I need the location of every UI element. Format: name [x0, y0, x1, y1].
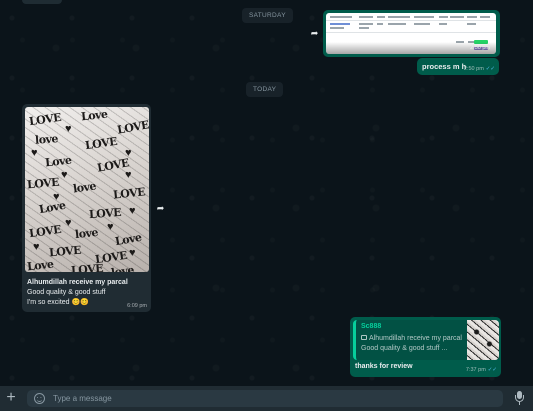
photo-word: LOVE [112, 185, 146, 202]
photo-word: LOVE [28, 222, 62, 241]
photo-word: Love [44, 153, 73, 170]
plus-icon[interactable]: + [4, 389, 18, 407]
photo-word: Love [80, 107, 109, 124]
quoted-image-thumbnail [467, 320, 499, 360]
message-meta: 7:37 pm ✓✓ [466, 367, 497, 373]
quoted-text-line-2: Good quality & good stuff ... [361, 345, 448, 352]
message-input[interactable] [53, 390, 483, 407]
photo-word: LOVE [48, 243, 82, 260]
heart-icon: ♥ [59, 271, 66, 272]
chat-background: SATURDAY ➦ 2:50 pm process m h 2:50 pm ✓… [0, 0, 533, 386]
caption-line-1: Alhumdillah receive my parcal [27, 279, 128, 286]
photo-word: Love [26, 257, 55, 272]
quoted-text-line-1: Alhumdillah receive my parcal [361, 335, 462, 342]
message-input-container[interactable] [27, 390, 503, 407]
heart-icon: ♥ [129, 247, 136, 259]
photo-word: LOVE [28, 110, 62, 129]
message-composer: + [0, 386, 533, 411]
reply-message[interactable]: Sc888 Alhumdillah receive my parcal Good… [350, 317, 501, 377]
heart-icon: ♥ [53, 191, 60, 203]
previous-message-edge [22, 0, 62, 4]
photo-word: love [110, 263, 135, 272]
heart-icon: ♥ [31, 147, 38, 159]
double-tick-icon: ✓✓ [485, 66, 495, 72]
quoted-message[interactable]: Sc888 Alhumdillah receive my parcal Good… [353, 320, 499, 360]
caption-line-2: Good quality & good stuff [27, 289, 106, 296]
photo-word: LOVE [88, 205, 122, 222]
heart-icon: ♥ [61, 169, 68, 181]
quoted-text-first: Alhumdillah receive my parcal [369, 335, 462, 342]
photo-word: LOVE [84, 134, 118, 153]
photo-word: love [72, 179, 97, 196]
text-message-process[interactable]: process m h 2:50 pm ✓✓ [417, 58, 499, 75]
heart-icon: ♥ [65, 217, 72, 229]
heart-icon: ♥ [65, 123, 72, 135]
emoji-icon[interactable] [34, 393, 45, 404]
love-print-photo[interactable]: LOVE Love LOVE love LOVE Love LOVE LOVE love LOVE… [25, 107, 149, 272]
heart-icon: ♥ [33, 241, 40, 253]
photo-word: love [34, 132, 59, 147]
message-text: process m h [422, 62, 467, 71]
photo-word: Love [114, 230, 143, 249]
photo-word: love [74, 225, 99, 242]
message-meta: 2:50 pm ✓✓ [464, 66, 495, 72]
image-timestamp: 2:50 pm [470, 45, 490, 51]
forward-icon[interactable]: ➦ [153, 201, 168, 216]
mic-icon[interactable] [515, 391, 524, 406]
heart-icon: ♥ [125, 147, 132, 159]
heart-icon: ♥ [107, 221, 114, 233]
photo-word: LOVE [26, 175, 60, 192]
double-tick-icon: ✓✓ [487, 367, 497, 373]
message-timestamp: 6:09 pm [127, 303, 147, 309]
message-timestamp: 2:50 pm [463, 66, 484, 72]
image-icon [361, 335, 367, 340]
quoted-sender: Sc888 [361, 323, 382, 330]
photo-word: LOVE [116, 118, 149, 137]
date-divider-saturday: SATURDAY [242, 8, 293, 23]
forward-icon[interactable]: ➦ [307, 26, 322, 41]
date-divider-today: TODAY [246, 82, 284, 97]
photo-word: LOVE [70, 261, 104, 272]
heart-icon: ♥ [129, 205, 136, 217]
image-message-screenshot[interactable]: 2:50 pm [323, 10, 500, 57]
message-timestamp: 7:37 pm [465, 367, 486, 373]
message-text: thanks for review [355, 363, 413, 370]
caption-line-3: I'm so excited 😊😊 [27, 299, 89, 306]
image-message-love-photo[interactable]: LOVE Love LOVE love LOVE Love LOVE LOVE love LOVE… [22, 104, 151, 312]
heart-icon: ♥ [125, 169, 132, 181]
